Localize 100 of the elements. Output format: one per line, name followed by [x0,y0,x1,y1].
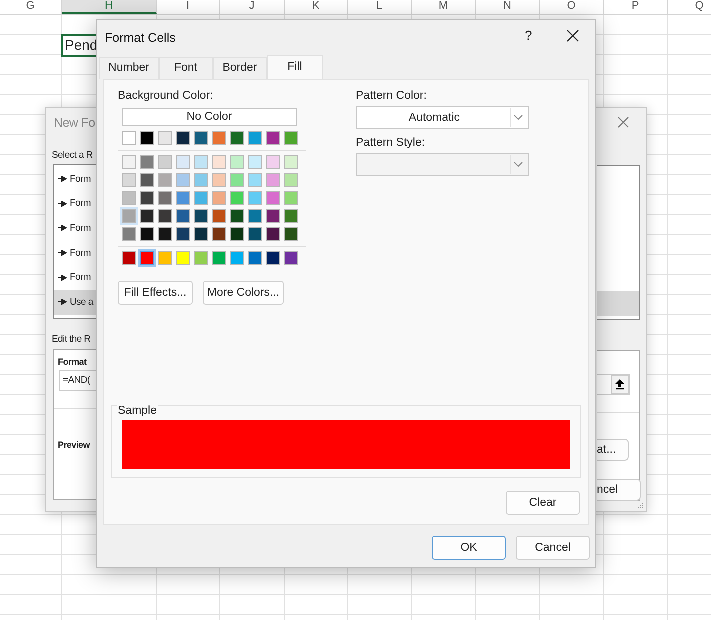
color-swatch[interactable] [266,131,280,145]
color-swatch[interactable] [212,173,226,187]
rule-type-item[interactable]: Form [54,192,97,216]
color-swatch[interactable] [284,131,298,145]
color-swatch[interactable] [122,251,136,265]
color-swatch[interactable] [266,251,280,265]
rule-type-item[interactable]: Form [54,167,97,192]
color-swatch[interactable] [158,227,172,241]
color-swatch[interactable] [266,155,280,169]
color-swatch[interactable] [248,173,262,187]
color-swatch[interactable] [158,155,172,169]
color-swatch[interactable] [212,155,226,169]
no-color-button[interactable]: No Color [122,108,297,126]
rule-type-item[interactable]: Form [54,216,97,241]
close-icon[interactable] [567,30,579,42]
color-swatch[interactable] [194,227,208,241]
color-swatch[interactable] [212,191,226,205]
ok-button[interactable]: OK [432,536,506,560]
color-swatch[interactable] [266,209,280,223]
column-header[interactable]: J [220,0,285,14]
pattern-color-dropdown[interactable]: Automatic [356,106,529,129]
color-swatch[interactable] [212,209,226,223]
cancel-button[interactable]: ncel [597,479,641,501]
color-swatch[interactable] [248,191,262,205]
help-button[interactable]: ? [525,28,532,43]
more-colors-button[interactable]: More Colors... [203,281,284,305]
color-swatch[interactable] [194,131,208,145]
color-swatch[interactable] [158,251,172,265]
tab[interactable]: Number [99,57,159,79]
color-swatch[interactable] [140,227,154,241]
tab[interactable]: Fill [267,55,323,79]
color-swatch[interactable] [248,209,262,223]
color-swatch[interactable] [194,191,208,205]
color-swatch[interactable] [212,131,226,145]
collapse-button[interactable] [611,375,629,394]
color-swatch[interactable] [122,173,136,187]
color-swatch[interactable] [140,191,154,205]
resize-grip-icon[interactable] [638,503,644,509]
column-header[interactable]: L [348,0,412,14]
column-header[interactable]: P [604,0,668,14]
column-header[interactable]: H [62,0,157,14]
column-header[interactable]: M [412,0,476,14]
color-swatch[interactable] [230,131,244,145]
color-swatch[interactable] [140,131,154,145]
color-swatch[interactable] [122,155,136,169]
color-swatch[interactable] [248,227,262,241]
column-header[interactable]: I [157,0,220,14]
format-button[interactable]: at... [597,439,629,461]
color-swatch[interactable] [284,173,298,187]
column-header[interactable]: O [540,0,604,14]
color-swatch[interactable] [230,173,244,187]
color-swatch[interactable] [230,209,244,223]
color-swatch[interactable] [158,209,172,223]
color-swatch[interactable] [230,191,244,205]
column-header[interactable]: Q [668,0,711,14]
color-swatch[interactable] [284,209,298,223]
color-swatch[interactable] [230,251,244,265]
column-header[interactable]: K [285,0,348,14]
color-swatch[interactable] [266,173,280,187]
color-swatch[interactable] [122,131,136,145]
color-swatch[interactable] [284,251,298,265]
color-swatch[interactable] [158,191,172,205]
color-swatch[interactable] [284,155,298,169]
color-swatch[interactable] [284,191,298,205]
color-swatch[interactable] [194,155,208,169]
color-swatch[interactable] [176,191,190,205]
color-swatch[interactable] [140,251,154,265]
color-swatch[interactable] [158,131,172,145]
tab[interactable]: Font [159,57,213,79]
color-swatch[interactable] [176,155,190,169]
rule-type-item[interactable]: Form [54,265,97,290]
color-swatch[interactable] [194,209,208,223]
color-swatch[interactable] [122,227,136,241]
color-swatch[interactable] [248,131,262,145]
tab[interactable]: Border [213,57,267,79]
rule-type-item[interactable]: Form [54,240,97,266]
color-swatch[interactable] [176,209,190,223]
color-swatch[interactable] [176,131,190,145]
color-swatch[interactable] [140,155,154,169]
color-swatch[interactable] [176,173,190,187]
fill-effects-button[interactable]: Fill Effects... [118,281,193,305]
column-header[interactable]: N [476,0,540,14]
color-swatch[interactable] [230,155,244,169]
color-swatch[interactable] [140,209,154,223]
color-swatch[interactable] [248,155,262,169]
color-swatch[interactable] [266,227,280,241]
color-swatch[interactable] [176,227,190,241]
clear-button[interactable]: Clear [506,491,580,515]
color-swatch[interactable] [158,173,172,187]
color-swatch[interactable] [266,191,280,205]
color-swatch[interactable] [122,209,136,223]
color-swatch[interactable] [194,251,208,265]
color-swatch[interactable] [230,227,244,241]
rule-type-item[interactable]: Use a [54,290,97,315]
color-swatch[interactable] [176,251,190,265]
pattern-style-dropdown[interactable] [356,153,529,176]
color-swatch[interactable] [284,227,298,241]
color-swatch[interactable] [140,173,154,187]
cancel-button[interactable]: Cancel [516,536,590,560]
color-swatch[interactable] [212,227,226,241]
